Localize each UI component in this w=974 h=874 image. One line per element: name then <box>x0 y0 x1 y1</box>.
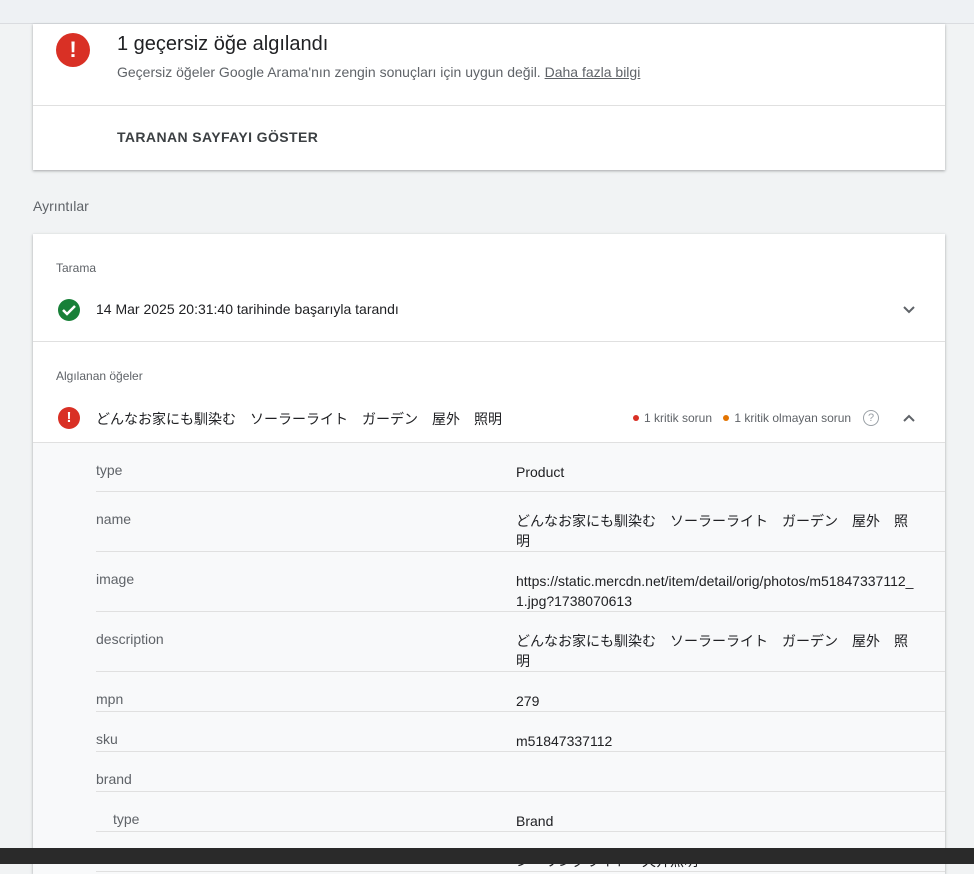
divider <box>33 341 945 342</box>
table-row: mpn 279 <box>96 672 945 712</box>
table-row: type Product <box>96 443 945 492</box>
table-row: name どんなお家にも馴染む ソーラーライト ガーデン 屋外 照明 <box>96 492 945 552</box>
property-key: description <box>96 631 164 647</box>
table-row: image https://static.mercdn.net/item/det… <box>96 552 945 612</box>
property-value: https://static.mercdn.net/item/detail/or… <box>516 573 914 609</box>
property-value: Product <box>516 464 565 480</box>
bottom-bar <box>0 848 974 864</box>
property-value: m51847337112 <box>516 733 613 749</box>
table-row: sku m51847337112 <box>96 712 945 752</box>
summary-subtitle-text: Geçersiz öğeler Google Arama'nın zengin … <box>117 64 541 80</box>
property-key: sku <box>96 731 118 747</box>
property-value: 279 <box>516 693 540 709</box>
help-icon[interactable]: ? <box>863 410 879 426</box>
detected-item-title[interactable]: どんなお家にも馴染む ソーラーライト ガーデン 屋外 照明 <box>96 409 502 429</box>
crawl-status: 14 Mar 2025 20:31:40 tarihinde başarıyla… <box>96 301 399 317</box>
property-key: brand <box>96 771 132 787</box>
error-icon: ! <box>58 407 80 429</box>
property-value: どんなお家にも馴染む ソーラーライト ガーデン 屋外 照明 <box>516 633 908 669</box>
learn-more-link[interactable]: Daha fazla bilgi <box>545 64 641 80</box>
top-bar <box>0 0 974 24</box>
invalid-items-card: ! 1 geçersiz öğe algılandı Geçersiz öğel… <box>33 24 945 170</box>
table-row: brand <box>96 752 945 792</box>
error-icon: ! <box>56 33 90 67</box>
property-key: image <box>96 571 135 587</box>
details-card: Tarama 14 Mar 2025 20:31:40 tarihinde ba… <box>33 234 945 874</box>
noncritical-count: 1 kritik olmayan sorun <box>734 411 852 425</box>
summary-subtitle: Geçersiz öğeler Google Arama'nın zengin … <box>117 64 640 80</box>
noncritical-dot-icon <box>723 415 730 421</box>
details-heading: Ayrıntılar <box>33 198 89 214</box>
view-crawled-page-button[interactable]: TARANAN SAYFAYI GÖSTER <box>117 129 318 145</box>
property-key: name <box>96 511 132 527</box>
divider <box>33 105 945 106</box>
property-value: Brand <box>516 813 554 829</box>
property-value: どんなお家にも馴染む ソーラーライト ガーデン 屋外 照明 <box>516 513 908 549</box>
table-row: type Brand <box>96 792 945 832</box>
issue-summary: 1 kritik sorun 1 kritik olmayan sorun <box>633 411 851 425</box>
table-row: description どんなお家にも馴染む ソーラーライト ガーデン 屋外 照… <box>96 612 945 672</box>
summary-title: 1 geçersiz öğe algılandı <box>117 33 329 55</box>
critical-dot-icon <box>633 415 639 421</box>
property-key: type <box>113 811 140 827</box>
crawl-header: Tarama <box>56 261 97 275</box>
property-key: type <box>96 462 123 478</box>
critical-count: 1 kritik sorun <box>644 411 713 425</box>
detected-items-header: Algılanan öğeler <box>56 369 143 383</box>
chevron-up-icon[interactable] <box>902 411 916 425</box>
chevron-down-icon[interactable] <box>902 303 916 317</box>
properties-table: type Product name どんなお家にも馴染む ソーラーライト ガーデ… <box>33 442 945 874</box>
property-key: mpn <box>96 691 124 707</box>
check-circle-icon <box>58 299 80 321</box>
